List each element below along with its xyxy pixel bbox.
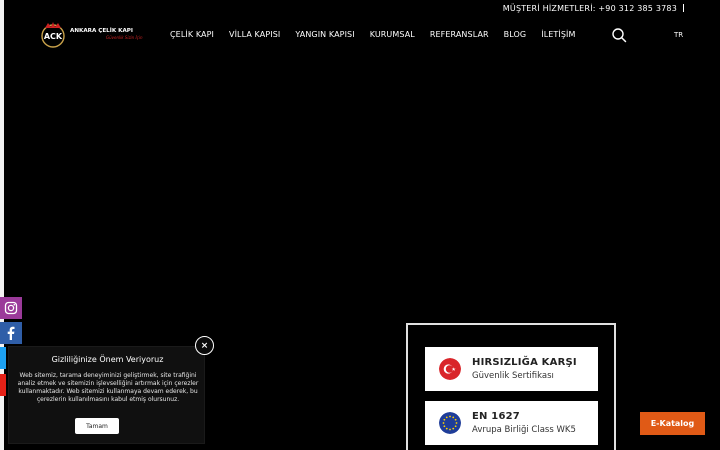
language-selector[interactable]: TR bbox=[674, 31, 683, 39]
nav-referanslar[interactable]: REFERANSLAR bbox=[430, 30, 489, 39]
facebook-icon bbox=[7, 326, 15, 340]
eu-flag-icon bbox=[439, 412, 461, 434]
instagram-icon bbox=[4, 301, 18, 315]
logo-badge-icon: ACK bbox=[41, 22, 65, 48]
facebook-button[interactable] bbox=[0, 322, 22, 344]
brand-logo[interactable]: ACK ANKARA ÇELİK KAPI Güvenlik Sizin İçi… bbox=[36, 20, 143, 48]
nav-iletisim[interactable]: İLETİŞİM bbox=[541, 30, 575, 39]
certificates-panel: HIRSIZLIĞA KARŞI Güvenlik Sertifikası EN… bbox=[406, 323, 616, 450]
certificate-card[interactable]: EN 1627 Avrupa Birliği Class WK5 bbox=[425, 401, 598, 445]
close-icon[interactable]: × bbox=[195, 336, 214, 355]
site-header: ACK ANKARA ÇELİK KAPI Güvenlik Sizin İçi… bbox=[0, 18, 720, 52]
certificate-subtitle: Avrupa Birliği Class WK5 bbox=[472, 425, 576, 435]
youtube-button[interactable] bbox=[0, 374, 6, 396]
cookie-title: Gizliliğinize Önem Veriyoruz bbox=[51, 355, 164, 364]
brand-name: ANKARA ÇELİK KAPI bbox=[70, 28, 133, 34]
brand-tagline: Güvenlik Sizin İçin bbox=[106, 35, 143, 40]
turkey-flag-icon bbox=[439, 358, 461, 380]
twitter-button[interactable] bbox=[0, 347, 6, 369]
nav-celik-kapi[interactable]: ÇELİK KAPI bbox=[170, 30, 214, 39]
topbar-divider bbox=[683, 4, 684, 12]
cookie-text: Web sitemiz, tarama deneyiminizi gelişti… bbox=[17, 372, 199, 404]
nav-blog[interactable]: BLOG bbox=[504, 30, 527, 39]
customer-service-bar: MÜŞTERİ HİZMETLERİ: +90 312 385 3783 bbox=[503, 4, 684, 13]
main-nav: ÇELİK KAPI VİLLA KAPISI YANGIN KAPISI KU… bbox=[170, 30, 591, 39]
cookie-accept-button[interactable]: Tamam bbox=[75, 418, 119, 434]
logo-badge-text: ACK bbox=[44, 32, 63, 41]
certificate-title: HIRSIZLIĞA KARŞI bbox=[472, 357, 577, 368]
nav-kurumsal[interactable]: KURUMSAL bbox=[370, 30, 415, 39]
nav-yangin-kapisi[interactable]: YANGIN KAPISI bbox=[295, 30, 354, 39]
instagram-button[interactable] bbox=[0, 297, 22, 319]
certificate-title: EN 1627 bbox=[472, 411, 520, 422]
customer-service-phone[interactable]: MÜŞTERİ HİZMETLERİ: +90 312 385 3783 bbox=[503, 4, 677, 13]
ekatalog-button[interactable]: E-Katalog bbox=[640, 412, 705, 435]
search-icon[interactable] bbox=[611, 27, 627, 43]
nav-villa-kapisi[interactable]: VİLLA KAPISI bbox=[229, 30, 280, 39]
certificate-card[interactable]: HIRSIZLIĞA KARŞI Güvenlik Sertifikası bbox=[425, 347, 598, 391]
certificate-subtitle: Güvenlik Sertifikası bbox=[472, 371, 554, 381]
